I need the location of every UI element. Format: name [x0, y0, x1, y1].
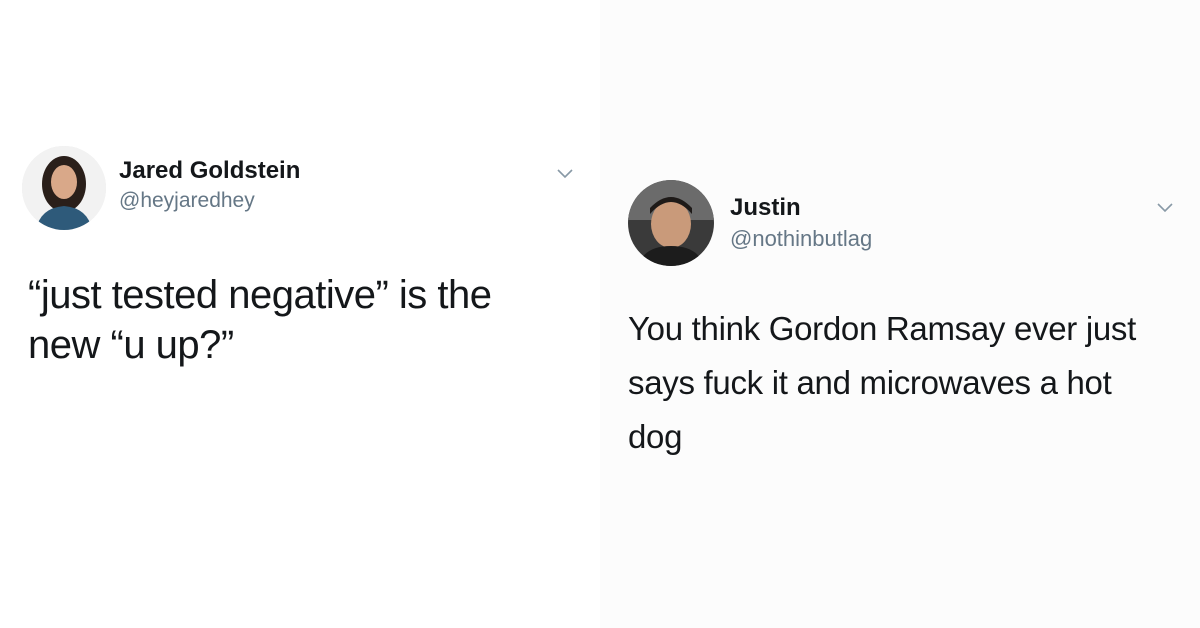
avatar-photo-icon	[628, 180, 714, 266]
tweet-text: You think Gordon Ramsay ever just says f…	[628, 310, 1136, 455]
handle[interactable]: @nothinbutlag	[730, 226, 872, 252]
chevron-down-icon[interactable]	[556, 168, 574, 180]
avatar[interactable]	[628, 180, 714, 266]
avatar-photo-icon	[22, 146, 106, 230]
display-name[interactable]: Justin	[730, 194, 801, 222]
tweet-card-justin: Justin @nothinbutlag You think Gordon Ra…	[600, 0, 1200, 628]
tweet-card-jared: Jared Goldstein @heyjaredhey “just teste…	[0, 0, 600, 628]
display-name[interactable]: Jared Goldstein	[119, 157, 300, 185]
tweet-text: “just tested negative” is the new “u up?…	[28, 273, 492, 367]
chevron-down-icon[interactable]	[1156, 202, 1174, 214]
avatar[interactable]	[22, 146, 106, 230]
handle[interactable]: @heyjaredhey	[119, 189, 255, 213]
